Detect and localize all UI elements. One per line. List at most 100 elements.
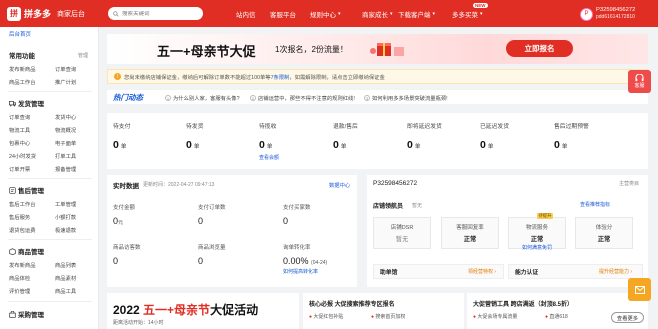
hot-news-label: 热门动态: [113, 92, 143, 102]
sidebar-item[interactable]: 物流概况: [55, 126, 76, 134]
metric-paid-orders: 支付订单数 0: [198, 203, 226, 226]
see-more-button[interactable]: 查看更多: [611, 312, 644, 323]
logo[interactable]: 拼 拼多多 商家后台: [7, 6, 85, 21]
nav-growth[interactable]: 商家成长 ▾: [362, 0, 393, 27]
sidebar-item[interactable]: 评价管理: [9, 287, 30, 295]
promo-item-text: 大促会场专属流量: [477, 314, 518, 320]
stat-label: 待揽收: [259, 124, 277, 130]
stat-pending-payment[interactable]: 待支付 0单: [113, 121, 130, 151]
sidebar-item[interactable]: 发布新商品: [9, 261, 36, 269]
divider: [8, 178, 92, 179]
recommended-metrics-link[interactable]: 查看推荐指标: [580, 201, 610, 208]
metric-paid-buyers: 支付买家数 0: [283, 203, 311, 226]
helper-hall-row[interactable]: 助单馆 领经营特权 ›: [373, 264, 504, 279]
stat-number: 0: [186, 139, 192, 151]
sidebar-item[interactable]: 售后服务: [9, 213, 30, 221]
sidebar-item[interactable]: 打单工具: [55, 152, 76, 160]
score-logistics[interactable]: 物流服务 正常 如何满意免罚: [508, 217, 566, 251]
metric-value: 0: [283, 216, 289, 226]
promo-box-item: ● 搜索首页加权: [371, 313, 405, 320]
stat-link[interactable]: 查看会额: [259, 154, 279, 161]
score-title: 客服回复率: [456, 225, 484, 231]
sidebar-item[interactable]: 商品工作台: [9, 78, 36, 86]
nav-download[interactable]: 下载客户端 ▾: [398, 0, 435, 27]
purchase-icon: [9, 310, 16, 318]
nav-messages[interactable]: 站内信: [236, 0, 256, 27]
nav-download-label: 下载客户端: [398, 11, 431, 19]
sidebar-item[interactable]: 商品体检: [9, 274, 30, 282]
hot-news-item[interactable]: 2 店铺运营中，那些不得不注意的规则红线!: [250, 94, 355, 102]
chevron-down-icon: ▾: [338, 10, 341, 17]
promo-box-tools[interactable]: 大促营销工具 跨店满返（封顶8.5折） ● 大促会场专属流量 ● 直通618 查…: [467, 293, 648, 329]
metric-label: 支付金额: [113, 205, 136, 211]
sidebar-item[interactable]: 电子面单: [55, 139, 76, 147]
improve-capability-link[interactable]: 提升经营能力 ›: [599, 268, 632, 275]
sidebar-item[interactable]: 售后工作台: [9, 200, 36, 208]
score-title: 店铺DSR: [390, 225, 414, 231]
sidebar-item[interactable]: 发货中心: [55, 113, 76, 121]
score-experience[interactable]: 体验分 正常: [575, 217, 633, 249]
banner-subtitle: 1次报名，2份流量！: [275, 45, 348, 54]
sidebar-item[interactable]: 24小时发货: [9, 152, 36, 160]
stat-aftersale-warning[interactable]: 售后过期预警 0单: [554, 121, 589, 151]
stat-pending-shipment[interactable]: 待发货 0单: [186, 121, 203, 151]
section-purchase: 采购管理: [9, 309, 44, 319]
sidebar-item[interactable]: 工单管理: [55, 200, 76, 208]
top-bar: 拼 拼多多 商家后台 站内信 客服平台 规则中心▾ 商家成长▾ 下载客户端▾ 多…: [0, 0, 658, 27]
nav-maicai-label: 多多买菜: [452, 11, 478, 19]
back-home-link[interactable]: 后台首页: [9, 30, 31, 38]
metric-value: 0.00%: [283, 256, 309, 266]
limits-link[interactable]: 7条限制: [271, 73, 290, 81]
stat-pending-pickup[interactable]: 待揽收 0单 查看会额: [259, 121, 279, 161]
check-icon: ●: [473, 314, 477, 320]
nav-rules[interactable]: 规则中心 ▾: [310, 0, 341, 27]
promo-box-core[interactable]: 核心必报 大促搜索推荐专区报名 ● 大促红包补贴 ● 搜索首页加权: [303, 293, 464, 329]
sidebar-item[interactable]: 小额打款: [55, 213, 76, 221]
search-input[interactable]: [122, 10, 202, 17]
sidebar-item[interactable]: 包裹中心: [9, 139, 30, 147]
hot-news-text: 如何利用多多场景突破流量瓶颈!: [372, 96, 448, 102]
promo-title-end: 大促活动: [210, 303, 259, 317]
score-value: 暂无: [395, 236, 409, 243]
banner-title: 五一+母亲节大促: [157, 44, 256, 59]
score-link[interactable]: 如何满意免罚: [509, 244, 565, 251]
sidebar-item[interactable]: 物流工具: [9, 126, 30, 134]
data-center-link[interactable]: 数据中心: [329, 181, 350, 189]
mail-float[interactable]: [628, 278, 651, 301]
improve-conversion-link[interactable]: 如何提高转化率: [283, 268, 327, 275]
sidebar-item[interactable]: 极速退款: [55, 226, 76, 234]
search-box[interactable]: [108, 7, 203, 20]
stat-soon-late[interactable]: 即将延迟发货 0单: [407, 121, 442, 151]
promo-year: 2022: [113, 303, 140, 317]
sidebar-item[interactable]: 订单查询: [55, 65, 76, 73]
sidebar-item[interactable]: 商品列表: [55, 261, 76, 269]
sidebar-item[interactable]: 退货包运费: [9, 226, 36, 234]
stat-late-shipment[interactable]: 已延迟发货 0单: [480, 121, 509, 151]
sidebar-item[interactable]: 报备管理: [55, 165, 76, 173]
promo-banner[interactable]: 五一+母亲节大促 1次报名，2份流量！ 立即报名: [107, 34, 648, 64]
promo-activity[interactable]: 2022 五一+母亲节大促活动 距离活动开始：14小时: [107, 293, 299, 329]
manage-link[interactable]: 管理: [78, 52, 88, 59]
register-now-button[interactable]: 立即报名: [506, 40, 573, 57]
section-products-label: 商品管理: [18, 249, 44, 256]
get-privileges-link[interactable]: 领经营特权 ›: [468, 268, 496, 275]
user-name: P32598456272: [596, 7, 636, 13]
customer-service-float[interactable]: 客服: [628, 70, 651, 93]
sidebar-item[interactable]: 推广计划: [55, 78, 76, 86]
user-menu[interactable]: P P32598456272 pdd61614172810: [580, 5, 658, 23]
sidebar-item[interactable]: 发布新商品: [9, 65, 36, 73]
sidebar-item[interactable]: 商品工具: [55, 287, 76, 295]
sidebar-item[interactable]: 订单开票: [9, 165, 30, 173]
shop-status-card: P32598456272 主营类目 店铺领航员 暂无 查看推荐指标 店铺DSR …: [367, 175, 648, 287]
score-reply-rate[interactable]: 客服回复率 正常: [441, 217, 499, 249]
section-purchase-label: 采购管理: [18, 312, 44, 319]
stat-refunds[interactable]: 退款/售后 0单: [333, 121, 358, 151]
capability-row[interactable]: 能力认证 提升经营能力 ›: [508, 264, 643, 279]
sidebar-item[interactable]: 商品素材: [55, 274, 76, 282]
metric-label: 支付买家数: [283, 205, 311, 211]
nav-customer-service[interactable]: 客服平台: [270, 0, 296, 27]
hot-news-item[interactable]: 3 如何利用多多场景突破流量瓶颈!: [364, 94, 448, 102]
sidebar-item[interactable]: 订单查询: [9, 113, 30, 121]
hot-news-item[interactable]: 1 为什么别人家，客服有头像?: [165, 94, 240, 102]
score-dsr[interactable]: 店铺DSR 暂无: [373, 217, 431, 249]
